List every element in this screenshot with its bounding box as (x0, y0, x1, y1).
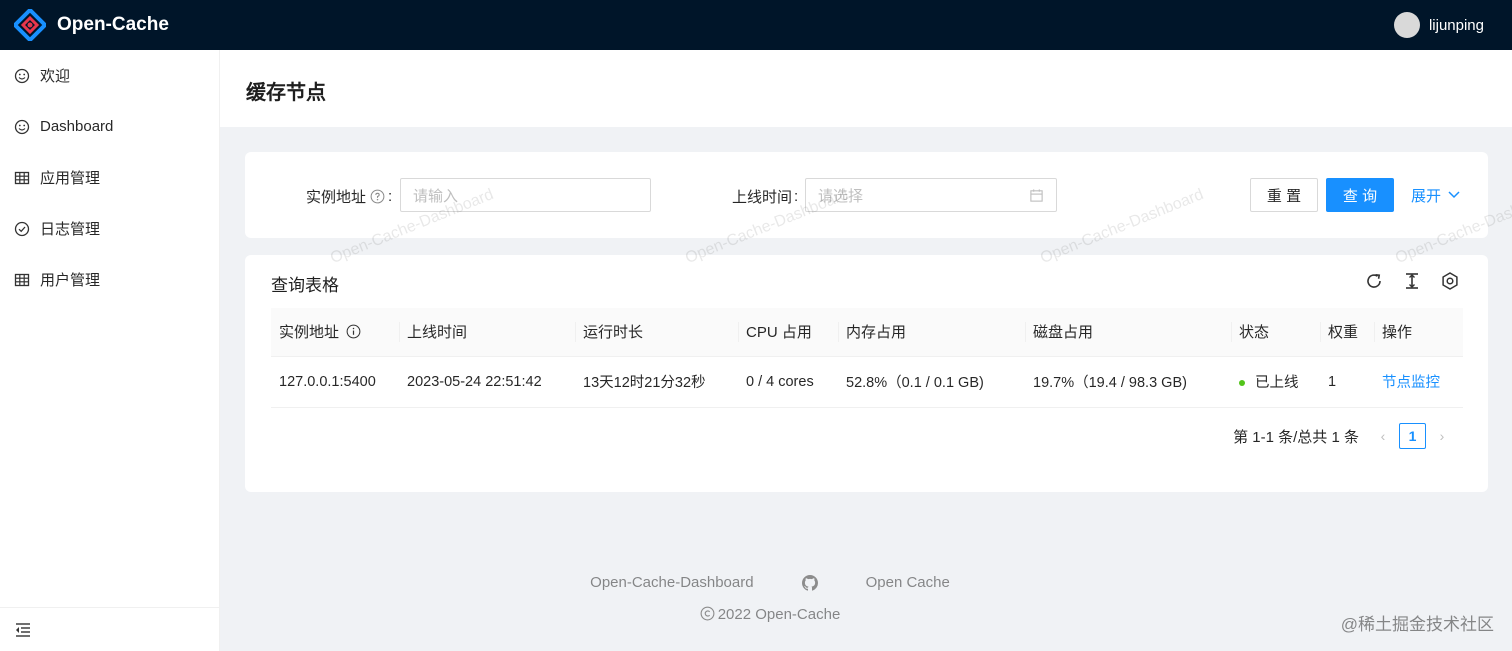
search-form: 实例地址 : 请输入 上线时间 : 请选择 重 置 查 询 展开 (245, 152, 1488, 238)
cell-weight: 1 (1320, 356, 1374, 408)
address-label: 实例地址 : (306, 186, 392, 207)
column-header[interactable]: 权重 (1320, 308, 1374, 357)
address-label-text: 实例地址 (306, 189, 367, 206)
online-time-placeholder: 请选择 (818, 187, 864, 205)
table-icon (14, 170, 30, 186)
app-title: Open-Cache (57, 14, 169, 35)
sidebar-item-label: 欢迎 (40, 68, 71, 85)
sidebar-item-label: 用户管理 (40, 272, 101, 289)
column-header[interactable]: 磁盘占用 (1025, 308, 1231, 357)
user-menu[interactable]: lijunping (1393, 12, 1484, 38)
cell-uptime: 13天12时21分32秒 (575, 356, 738, 408)
copyright-text: 2022 Open-Cache (717, 606, 841, 623)
sidebar-item-dashboard[interactable]: Dashboard (0, 101, 219, 152)
expand-button[interactable]: 展开 (1411, 178, 1466, 212)
question-icon[interactable] (370, 189, 385, 204)
reset-button[interactable]: 重 置 (1250, 178, 1318, 212)
cell-cpu: 0 / 4 cores (738, 356, 838, 408)
brand[interactable]: Open-Cache (14, 9, 169, 41)
sidebar-footer (0, 607, 219, 651)
cell-memory: 52.8%（0.1 / 0.1 GB) (838, 356, 1025, 408)
column-header: 操作 (1374, 308, 1463, 357)
copyright: 2022 Open-Cache (220, 606, 1320, 623)
address-placeholder: 请输入 (413, 187, 459, 205)
smile-icon (14, 68, 30, 84)
status-dot (1239, 380, 1245, 387)
juejin-watermark: @稀土掘金技术社区 (1340, 615, 1494, 634)
column-header[interactable]: 运行时长 (575, 308, 738, 357)
cell-address: 127.0.0.1:5400 (271, 356, 399, 408)
sidebar-item-label: 日志管理 (40, 221, 101, 238)
page-header: 缓存节点 (220, 50, 1512, 127)
cell-action: 节点监控 (1374, 356, 1463, 408)
calendar-icon (1029, 188, 1044, 203)
pagination-total: 第 1-1 条/总共 1 条 (1233, 428, 1359, 446)
query-button[interactable]: 查 询 (1326, 178, 1394, 212)
table-title: 查询表格 (271, 276, 339, 295)
github-icon[interactable] (801, 574, 818, 591)
sidebar-item-welcome[interactable]: 欢迎 (0, 50, 219, 101)
sidebar-item-logs[interactable]: 日志管理 (0, 203, 219, 254)
table-card: 查询表格 实例地址 上线时间 运行时长 CPU 占用 内存占用 磁盘占用 状态 … (245, 255, 1488, 492)
column-header: 实例地址 (271, 308, 399, 357)
check-circle-icon (14, 221, 30, 237)
sidebar-item-label: 应用管理 (40, 170, 101, 187)
sidebar-item-users[interactable]: 用户管理 (0, 254, 219, 305)
column-header[interactable]: 状态 (1231, 308, 1320, 357)
username[interactable]: lijunping (1429, 17, 1484, 34)
column-header[interactable]: 上线时间 (399, 308, 575, 357)
online-time-colon: : (794, 188, 799, 205)
sidebar-item-apps[interactable]: 应用管理 (0, 152, 219, 203)
online-time-picker[interactable]: 请选择 (805, 178, 1057, 212)
footer-link-open-cache[interactable]: Open Cache (866, 574, 950, 591)
expand-label: 展开 (1411, 187, 1442, 205)
column-header[interactable]: 内存占用 (838, 308, 1025, 357)
setting-icon[interactable] (1440, 271, 1460, 291)
sidebar: 欢迎 Dashboard 应用管理 日志管理 用户管理 (0, 50, 220, 651)
cell-online-time: 2023-05-24 22:51:42 (399, 356, 575, 408)
page-number[interactable]: 1 (1399, 423, 1426, 449)
online-time-label-text: 上线时间 (732, 189, 793, 206)
address-input[interactable]: 请输入 (400, 178, 651, 212)
copyright-icon (700, 606, 715, 621)
table-row: 127.0.0.1:5400 2023-05-24 22:51:42 13天12… (271, 356, 1463, 408)
info-circle-icon[interactable] (346, 324, 361, 339)
column-header[interactable]: CPU 占用 (738, 308, 838, 357)
node-monitor-link[interactable]: 节点监控 (1382, 375, 1440, 391)
avatar[interactable] (1393, 12, 1420, 38)
reload-icon[interactable] (1364, 271, 1384, 291)
top-header: Open-Cache lijunping (0, 0, 1512, 50)
prev-page-icon[interactable]: ‹ (1373, 428, 1393, 444)
smile-icon (14, 119, 30, 135)
menu-fold-icon[interactable] (14, 622, 32, 638)
page-title: 缓存节点 (246, 82, 326, 104)
online-time-label: 上线时间 : (732, 186, 798, 207)
cell-status: 已上线 (1231, 356, 1320, 408)
table-icon (14, 272, 30, 288)
chevron-down-icon (1448, 191, 1460, 199)
cell-disk: 19.7%（19.4 / 98.3 GB) (1025, 356, 1231, 408)
pagination: 第 1-1 条/总共 1 条 ‹ 1 › (1233, 423, 1452, 449)
table-header-row: 实例地址 上线时间 运行时长 CPU 占用 内存占用 磁盘占用 状态 权重 操作 (271, 308, 1463, 357)
cache-node-table: 实例地址 上线时间 运行时长 CPU 占用 内存占用 磁盘占用 状态 权重 操作… (271, 308, 1463, 408)
next-page-icon[interactable]: › (1432, 428, 1452, 444)
footer-link-dashboard[interactable]: Open-Cache-Dashboard (590, 574, 753, 591)
sidebar-item-label: Dashboard (40, 118, 114, 135)
status-text: 已上线 (1255, 375, 1299, 391)
column-height-icon[interactable] (1402, 271, 1422, 291)
app-logo-icon (14, 9, 46, 41)
address-colon: : (388, 188, 393, 205)
footer-links: Open-Cache-Dashboard Open Cache (220, 574, 1320, 591)
